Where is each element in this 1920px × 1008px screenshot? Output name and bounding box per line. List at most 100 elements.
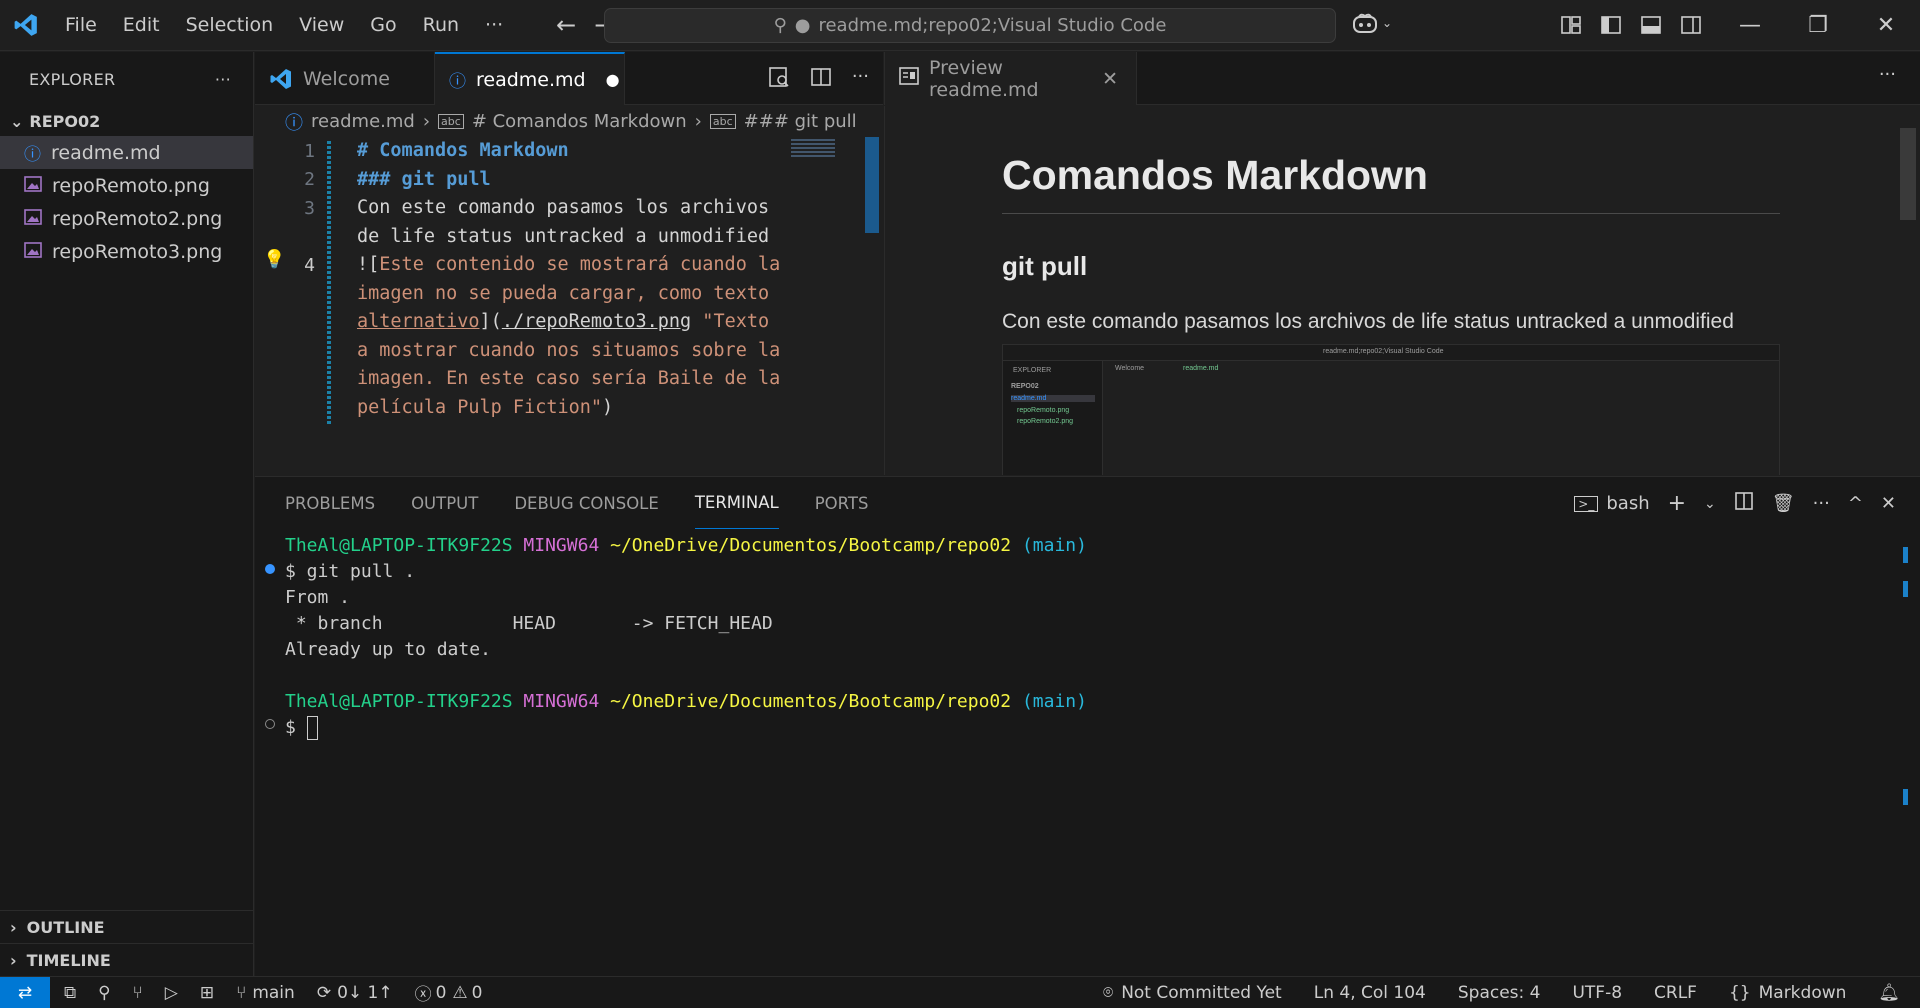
close-window-icon[interactable]: ✕ [1852, 0, 1920, 51]
encoding[interactable]: UTF-8 [1572, 983, 1622, 1003]
search-icon[interactable]: ⚲ [98, 983, 110, 1003]
close-tab-icon[interactable]: ✕ [1102, 68, 1118, 90]
toggle-panel-icon[interactable] [1640, 14, 1662, 36]
tab-preview-readme[interactable]: Preview readme.md ✕ [885, 52, 1137, 105]
trash-icon[interactable]: 🗑 [1772, 493, 1795, 514]
menu-more[interactable]: ··· [472, 0, 516, 51]
menu-edit[interactable]: Edit [110, 0, 173, 51]
tab-debug-console[interactable]: DEBUG CONSOLE [514, 477, 659, 529]
git-blame-indicator[interactable]: ⌾ Not Committed Yet [1103, 983, 1282, 1003]
tab-output[interactable]: OUTPUT [411, 477, 478, 529]
code-link-url[interactable]: ./repoRemoto3.png [502, 311, 691, 332]
preview-image: readme.md;repo02;Visual Studio Code EXPL… [1002, 344, 1780, 475]
unsaved-dot-icon[interactable]: ● [606, 70, 620, 89]
breadcrumb-h1[interactable]: # Comandos Markdown [472, 111, 687, 132]
bell-icon[interactable]: 🔔︎ [1878, 983, 1900, 1003]
restore-icon[interactable]: ❐ [1784, 0, 1852, 51]
terminal-icon: >_ [1574, 495, 1599, 512]
scrollbar-thumb[interactable] [1900, 128, 1916, 220]
menu-view[interactable]: View [286, 0, 357, 51]
more-actions-icon[interactable]: ··· [1879, 64, 1896, 85]
lightbulb-icon[interactable]: 💡 [263, 249, 285, 270]
code-text[interactable]: # Comandos Markdown ### git pull Con est… [357, 137, 837, 422]
terminal-cursor [306, 716, 318, 740]
file-reporemoto2[interactable]: repoRemoto2.png [0, 202, 253, 235]
outline-section[interactable]: › OUTLINE [0, 910, 254, 943]
terminal-output[interactable]: TheAl@LAPTOP-ITK9F22S MINGW64 ~/OneDrive… [285, 533, 1087, 741]
source-control-icon[interactable]: ⑂ [133, 983, 143, 1003]
file-reporemoto3[interactable]: repoRemoto3.png [0, 235, 253, 268]
image-file-icon [24, 208, 42, 230]
timeline-label: TIMELINE [26, 950, 111, 970]
git-branch-icon: ⑂ [236, 982, 247, 1003]
preview-tabs: Preview readme.md ✕ ··· [884, 52, 1920, 105]
timeline-section[interactable]: › TIMELINE [0, 943, 254, 976]
file-readme[interactable]: ⓘ readme.md [0, 136, 253, 169]
menu-bar: File Edit Selection View Go Run ··· [52, 0, 516, 51]
tab-readme[interactable]: ⓘ readme.md ● [435, 52, 625, 105]
maximize-panel-icon[interactable]: ^ [1848, 493, 1863, 514]
minimize-icon[interactable]: — [1716, 0, 1784, 51]
markdown-preview[interactable]: Comandos Markdown git pull Con este coma… [884, 106, 1920, 475]
more-actions-icon[interactable]: ··· [852, 66, 869, 93]
split-terminal-icon[interactable] [1734, 491, 1754, 516]
branch-indicator[interactable]: ⑂ main [236, 983, 295, 1003]
menu-go[interactable]: Go [357, 0, 409, 51]
minimap[interactable] [791, 139, 835, 159]
indentation[interactable]: Spaces: 4 [1458, 983, 1541, 1003]
menu-run[interactable]: Run [410, 0, 472, 51]
extensions-icon[interactable]: ⊞ [200, 983, 214, 1003]
tab-problems[interactable]: PROBLEMS [285, 477, 375, 529]
term-env: MINGW64 [523, 535, 600, 556]
cursor-position[interactable]: Ln 4, Col 104 [1314, 983, 1426, 1003]
chevron-right-icon: › [694, 111, 702, 132]
image-sidebar: EXPLORER REPO02 readme.md repoRemoto.png… [1003, 361, 1103, 475]
toggle-primary-sidebar-icon[interactable] [1600, 14, 1622, 36]
breadcrumb-file[interactable]: readme.md [311, 111, 415, 132]
menu-selection[interactable]: Selection [173, 0, 287, 51]
end-of-line[interactable]: CRLF [1654, 983, 1697, 1003]
toggle-secondary-sidebar-icon[interactable] [1680, 14, 1702, 36]
warning-count: 0 [471, 982, 483, 1003]
tab-terminal[interactable]: TERMINAL [694, 477, 779, 529]
sync-indicator[interactable]: ⟳ 0↓ 1↑ [317, 983, 393, 1003]
open-preview-to-side-icon[interactable] [768, 66, 790, 93]
command-success-icon[interactable] [265, 564, 275, 574]
tab-ports[interactable]: PORTS [815, 477, 869, 529]
tab-welcome[interactable]: Welcome [255, 52, 435, 105]
menu-file[interactable]: File [52, 0, 110, 51]
more-actions-icon[interactable]: ··· [215, 70, 231, 89]
chevron-down-icon[interactable]: ⌄ [1704, 496, 1716, 512]
copilot-button[interactable]: ⌄ [1352, 12, 1392, 34]
back-arrow-icon[interactable]: ← [556, 11, 576, 39]
new-terminal-icon[interactable]: + [1668, 491, 1686, 516]
tab-label: Preview readme.md [929, 56, 1039, 101]
terminal-profile[interactable]: >_ bash [1574, 493, 1650, 514]
code-line-4e: imagen. En este caso sería Baile de la [357, 368, 781, 389]
explorer-icon[interactable]: ⧉ [64, 983, 76, 1003]
code-line-4b: imagen no se pueda cargar, como texto [357, 282, 770, 304]
code-editor[interactable]: 1 2 3 4 💡 # Comandos Markdown ### git pu… [255, 137, 883, 475]
term-user: TheAl@LAPTOP-ITK9F22S [285, 535, 513, 556]
command-center[interactable]: ⚲ ● readme.md;repo02;Visual Studio Code [604, 8, 1336, 43]
commit-label: Not Committed Yet [1121, 983, 1282, 1003]
warning-icon: ⚠ [452, 982, 468, 1003]
run-debug-icon[interactable]: ▷ [165, 983, 178, 1003]
language-mode[interactable]: {} Markdown [1729, 983, 1846, 1003]
file-reporemoto[interactable]: repoRemoto.png [0, 169, 253, 202]
folder-repo02[interactable]: ⌄ REPO02 [0, 106, 253, 136]
scrollbar-thumb[interactable] [865, 137, 879, 233]
customize-layout-icon[interactable] [1560, 14, 1582, 36]
breadcrumb-h3[interactable]: ### git pull [744, 111, 857, 132]
problems-indicator[interactable]: ⓧ 0 ⚠ 0 [415, 980, 483, 1006]
term-path: ~/OneDrive/Documentos/Bootcamp/repo02 [610, 691, 1012, 712]
remote-indicator-icon[interactable]: ⇄ [0, 976, 50, 1008]
command-pending-icon[interactable] [265, 719, 275, 729]
tab-label: Welcome [303, 67, 390, 90]
sync-count: 0↓ 1↑ [337, 982, 393, 1003]
breadcrumb: ⓘ readme.md › abc # Comandos Markdown › … [255, 106, 883, 137]
close-panel-icon[interactable]: ✕ [1881, 493, 1896, 514]
image-file-text: repoRemoto2.png [1017, 418, 1074, 425]
split-editor-icon[interactable] [810, 66, 832, 93]
more-actions-icon[interactable]: ··· [1813, 493, 1830, 514]
